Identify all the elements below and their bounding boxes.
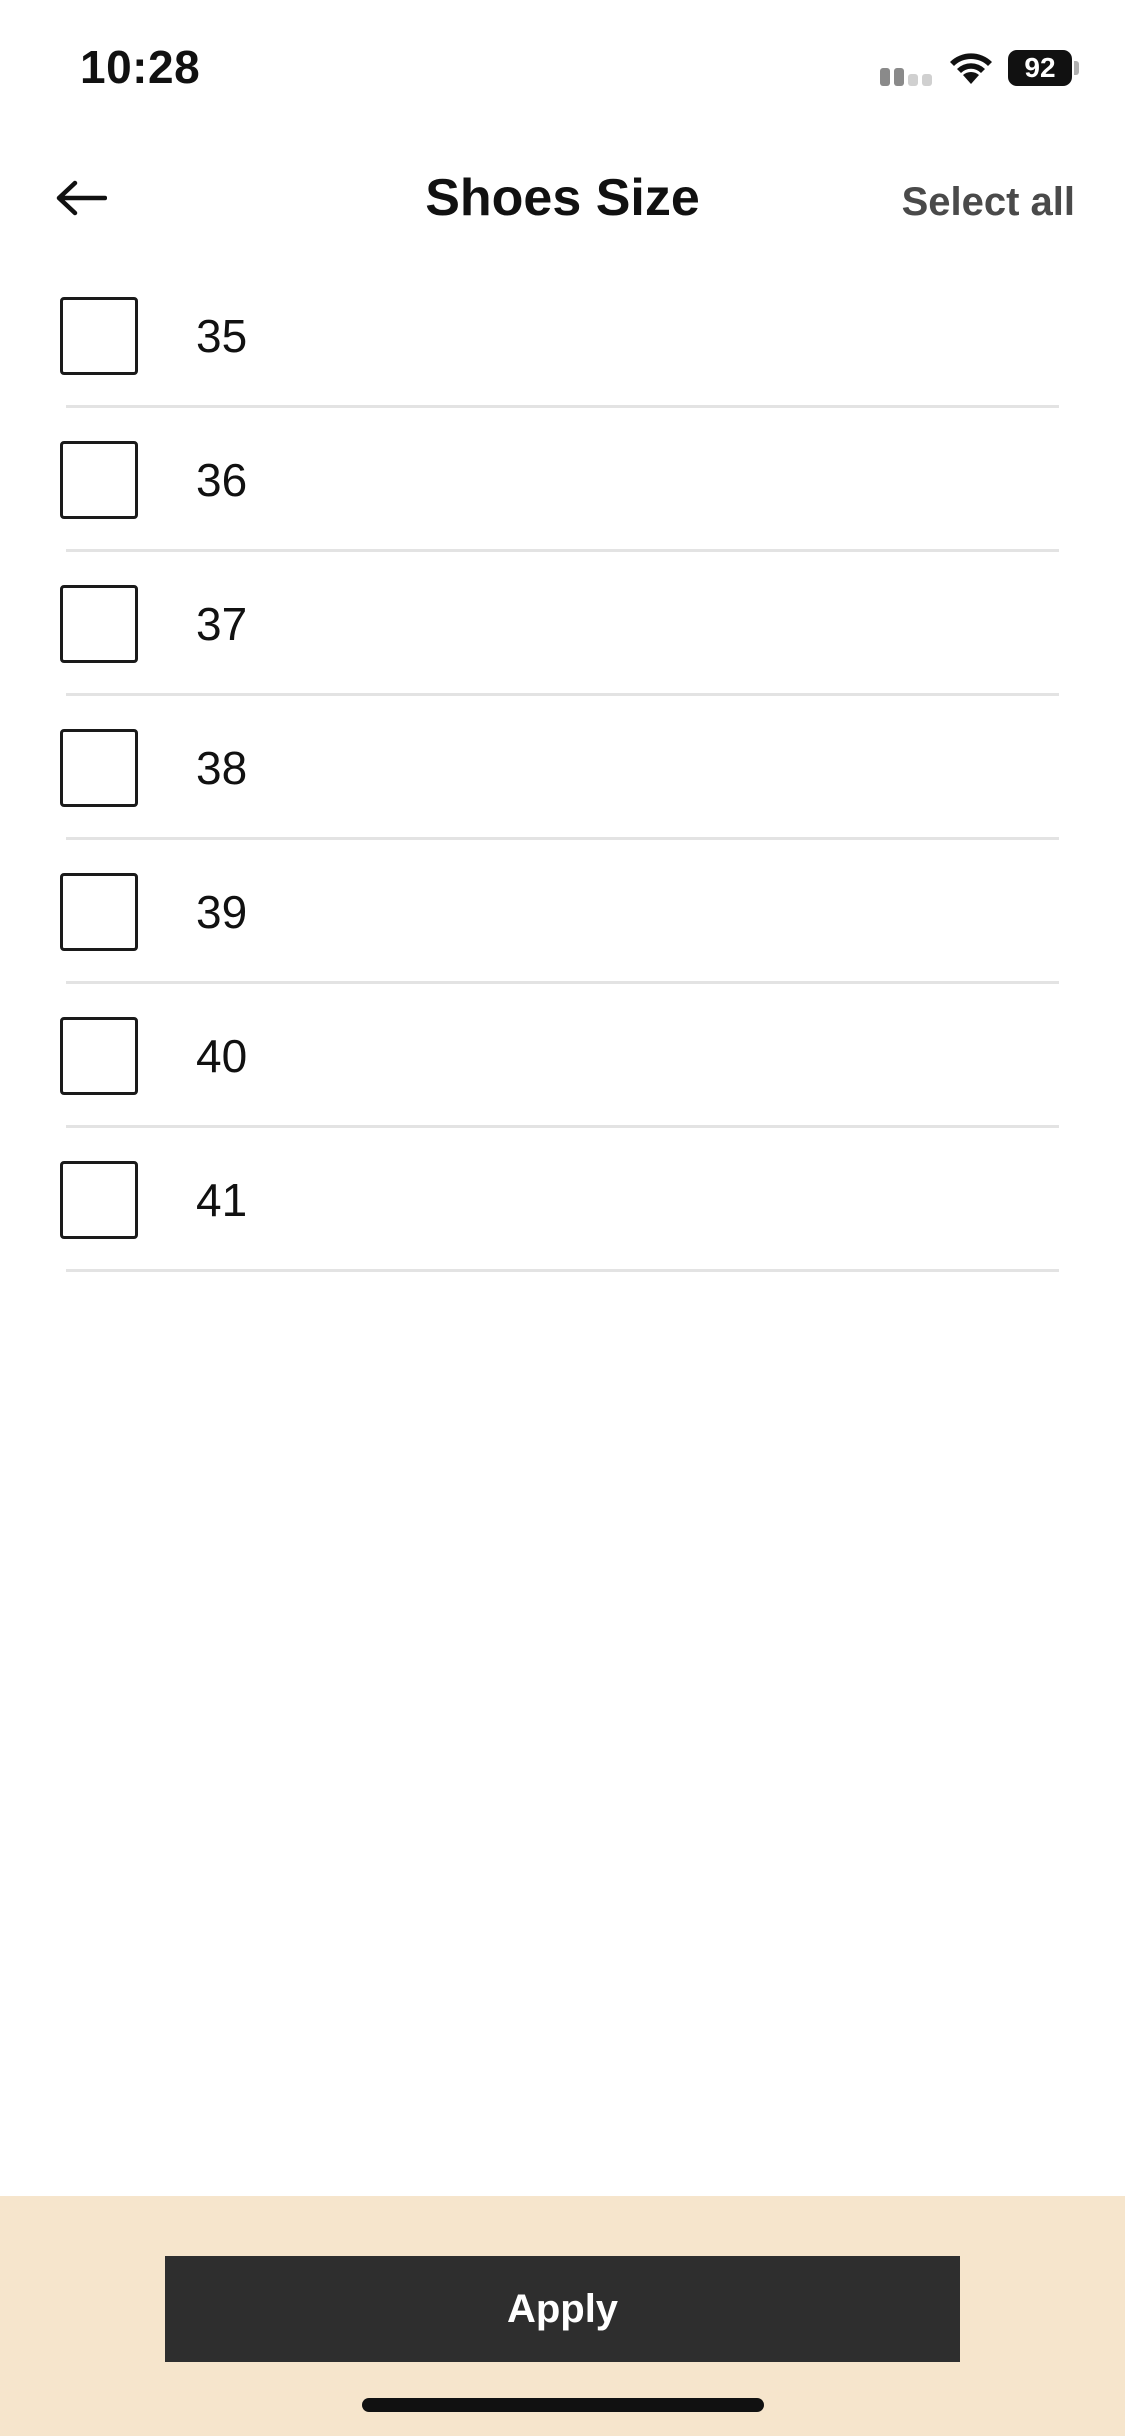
bottom-bar: Apply xyxy=(0,2196,1125,2436)
wifi-icon xyxy=(948,50,994,86)
size-checkbox[interactable] xyxy=(60,297,138,375)
size-checkbox[interactable] xyxy=(60,729,138,807)
size-checkbox[interactable] xyxy=(60,1161,138,1239)
size-checkbox[interactable] xyxy=(60,441,138,519)
apply-button[interactable]: Apply xyxy=(165,2256,960,2362)
select-all-button[interactable]: Select all xyxy=(902,180,1075,225)
size-option-36[interactable]: 36 xyxy=(0,408,1125,552)
size-label: 37 xyxy=(196,598,248,650)
header: Shoes Size Select all xyxy=(0,140,1125,260)
size-checkbox[interactable] xyxy=(60,1017,138,1095)
size-option-39[interactable]: 39 xyxy=(0,840,1125,984)
status-bar: 10:28 92 xyxy=(0,0,1125,140)
home-indicator xyxy=(362,2398,764,2412)
battery-icon: 92 xyxy=(1008,50,1079,86)
size-label: 40 xyxy=(196,1030,248,1082)
size-label: 38 xyxy=(196,742,248,794)
status-time: 10:28 xyxy=(80,41,201,93)
battery-level: 92 xyxy=(1008,50,1072,86)
size-label: 39 xyxy=(196,886,248,938)
size-option-37[interactable]: 37 xyxy=(0,552,1125,696)
size-label: 41 xyxy=(196,1174,248,1226)
size-option-40[interactable]: 40 xyxy=(0,984,1125,1128)
size-option-35[interactable]: 35 xyxy=(0,264,1125,408)
size-option-38[interactable]: 38 xyxy=(0,696,1125,840)
size-label: 35 xyxy=(196,310,248,362)
size-checkbox[interactable] xyxy=(60,873,138,951)
size-option-41[interactable]: 41 xyxy=(0,1128,1125,1272)
divider xyxy=(66,1269,1059,1272)
size-label: 36 xyxy=(196,454,248,506)
size-list: 35 36 37 38 39 40 41 xyxy=(0,264,1125,1272)
size-checkbox[interactable] xyxy=(60,585,138,663)
signal-icon xyxy=(880,66,936,86)
